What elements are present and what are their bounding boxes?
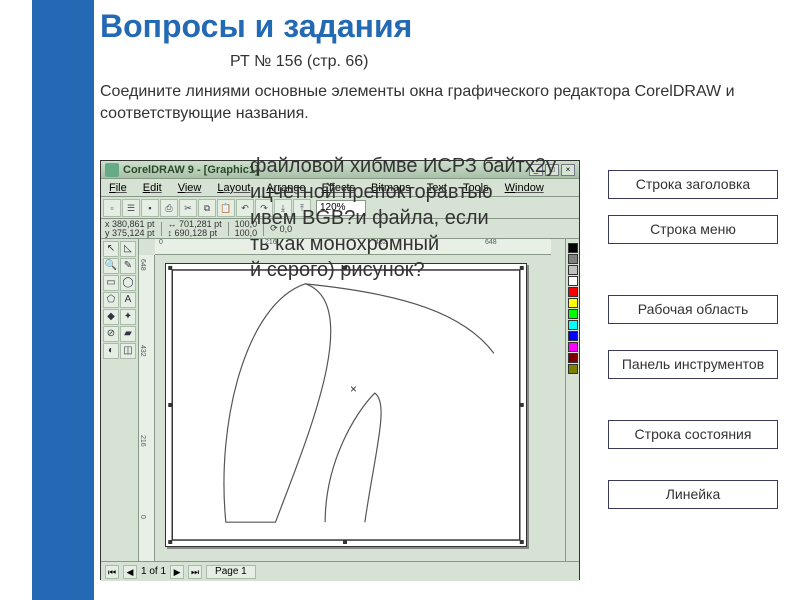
overlay-line: ицчетной препокторавтью (250, 179, 720, 205)
overlay-line: ть как монохромный (250, 231, 720, 257)
menu-edit[interactable]: Edit (137, 181, 168, 195)
label-ruler[interactable]: Линейка (608, 480, 778, 509)
page-subtitle: РТ № 156 (стр. 66) (230, 53, 790, 71)
page-tab[interactable]: Page 1 (206, 565, 256, 579)
color-swatch[interactable] (568, 287, 578, 297)
overlaid-question-text: файловой хибмве ИСРЗ байтх2у ицчетной пр… (250, 153, 720, 283)
color-swatch[interactable] (568, 298, 578, 308)
last-page-button[interactable]: ⏭ (188, 565, 202, 579)
color-swatch[interactable] (568, 353, 578, 363)
ellipse-tool-icon[interactable]: ◯ (120, 275, 136, 291)
vertical-ruler: 648 432 216 0 (139, 255, 155, 561)
pick-tool-icon[interactable]: ↖ (103, 241, 119, 257)
workspace: ↖ ◺ 🔍 ✎ ▭ ◯ ⬠ A ◆ ✦ ⊘ ▰ ◐ ◫ 0 216 432 64… (101, 239, 579, 561)
menu-view[interactable]: View (172, 181, 208, 195)
app-icon (105, 163, 119, 177)
toolbox: ↖ ◺ 🔍 ✎ ▭ ◯ ⬠ A ◆ ✦ ⊘ ▰ ◐ ◫ (101, 239, 139, 561)
outline-tool-icon[interactable]: ⊘ (103, 326, 119, 342)
first-page-button[interactable]: ⏮ (105, 565, 119, 579)
color-swatch[interactable] (568, 342, 578, 352)
print-icon[interactable]: ⎙ (160, 199, 178, 217)
prev-page-button[interactable]: ◀ (123, 565, 137, 579)
status-bar: ⏮ ◀ 1 of 1 ▶ ⏭ Page 1 (101, 561, 579, 581)
coord-y: y 375,124 pt (105, 229, 155, 238)
save-icon[interactable]: ▪ (141, 199, 159, 217)
coord-h: ↕ 690,128 pt (168, 229, 222, 238)
next-page-button[interactable]: ▶ (170, 565, 184, 579)
svg-text:×: × (350, 382, 357, 396)
overlay-line: ивем BGB?и файла, если (250, 205, 720, 231)
instruction-text: Соедините линиями основные элементы окна… (100, 81, 790, 124)
page-title: Вопросы и задания (100, 8, 790, 45)
overlay-line: й серого) рисунок? (250, 257, 720, 283)
transp-tool-icon[interactable]: ◫ (120, 343, 136, 359)
cut-icon[interactable]: ✂ (179, 199, 197, 217)
color-swatch[interactable] (568, 364, 578, 374)
label-statusbar[interactable]: Строка состояния (608, 420, 778, 449)
label-toolbox[interactable]: Панель инструментов (608, 350, 778, 379)
interactive-fill-icon[interactable]: ◆ (103, 309, 119, 325)
rectangle-tool-icon[interactable]: ▭ (103, 275, 119, 291)
app-title: CorelDRAW 9 - [Graphic1] (123, 164, 259, 176)
color-swatch[interactable] (568, 320, 578, 330)
overlay-line: файловой хибмве ИСРЗ байтх2у (250, 153, 720, 179)
eyedrop-tool-icon[interactable]: ✦ (120, 309, 136, 325)
new-icon[interactable]: ▫ (103, 199, 121, 217)
text-tool-icon[interactable]: A (120, 292, 136, 308)
color-palette (565, 239, 579, 561)
page-info: 1 of 1 (141, 566, 166, 577)
content-area: Вопросы и задания РТ № 156 (стр. 66) Сое… (100, 8, 790, 130)
vector-drawing: × (166, 264, 526, 546)
color-swatch[interactable] (568, 309, 578, 319)
fill-tool-icon[interactable]: ▰ (120, 326, 136, 342)
decorative-stripe (32, 0, 94, 600)
label-workspace[interactable]: Рабочая область (608, 295, 778, 324)
blend-tool-icon[interactable]: ◐ (103, 343, 119, 359)
shape-tool-icon[interactable]: ◺ (120, 241, 136, 257)
menu-file[interactable]: File (103, 181, 133, 195)
drawing-page[interactable]: × (165, 263, 527, 547)
freehand-tool-icon[interactable]: ✎ (120, 258, 136, 274)
canvas-area[interactable]: 0 216 432 648 648 432 216 0 (139, 239, 565, 561)
copy-icon[interactable]: ⧉ (198, 199, 216, 217)
zoom-tool-icon[interactable]: 🔍 (103, 258, 119, 274)
paste-icon[interactable]: 📋 (217, 199, 235, 217)
color-swatch[interactable] (568, 331, 578, 341)
open-icon[interactable]: ☰ (122, 199, 140, 217)
polygon-tool-icon[interactable]: ⬠ (103, 292, 119, 308)
